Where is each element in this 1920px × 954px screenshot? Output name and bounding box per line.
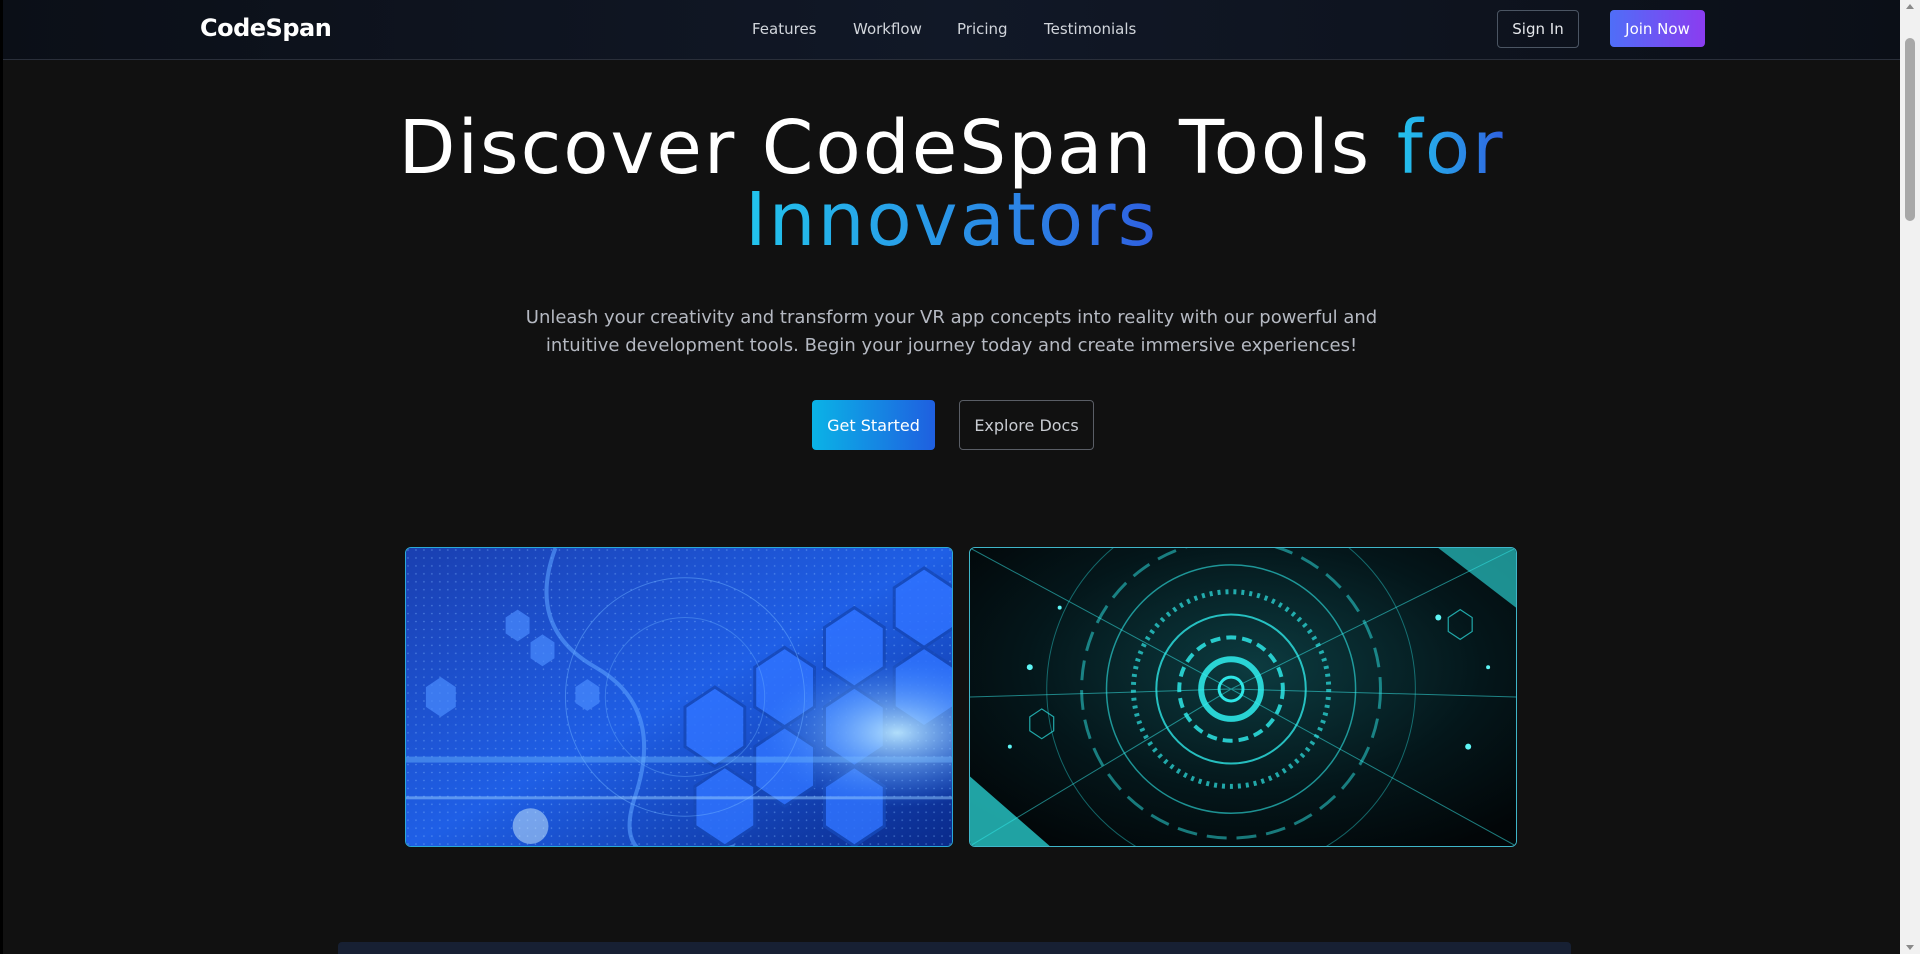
sign-in-button[interactable]: Sign In — [1497, 10, 1579, 48]
cyan-circular-hud-image — [969, 547, 1517, 847]
hero-title-accent-innovators: Innovators — [744, 177, 1159, 263]
page-scrollbar[interactable] — [1900, 0, 1920, 954]
hero-subtitle-line-2: intuitive development tools. Begin your … — [545, 335, 1358, 356]
next-section-strip — [338, 942, 1571, 954]
hero-subtitle: Unleash your creativity and transform yo… — [523, 304, 1380, 360]
navbar: CodeSpan Features Workflow Pricing Testi… — [3, 0, 1900, 60]
hero-title-accent-for: for — [1396, 105, 1505, 191]
nav-link-features[interactable]: Features — [752, 20, 817, 38]
explore-docs-button[interactable]: Explore Docs — [959, 400, 1094, 450]
join-now-button[interactable]: Join Now — [1610, 10, 1705, 47]
logo[interactable]: CodeSpan — [200, 14, 332, 42]
scroll-thumb[interactable] — [1905, 38, 1915, 221]
nav-link-pricing[interactable]: Pricing — [957, 20, 1008, 38]
page-viewport: CodeSpan Features Workflow Pricing Testi… — [3, 0, 1900, 954]
nav-link-workflow[interactable]: Workflow — [853, 20, 922, 38]
get-started-button[interactable]: Get Started — [812, 400, 935, 450]
nav-link-testimonials[interactable]: Testimonials — [1044, 20, 1136, 38]
hero-subtitle-line-1: Unleash your creativity and transform yo… — [525, 307, 1378, 328]
scroll-down-icon[interactable] — [1906, 945, 1914, 950]
scroll-up-icon[interactable] — [1906, 4, 1914, 9]
hero-title: Discover CodeSpan Tools for Innovators — [3, 111, 1900, 257]
blue-hexagon-tech-image — [405, 547, 953, 847]
